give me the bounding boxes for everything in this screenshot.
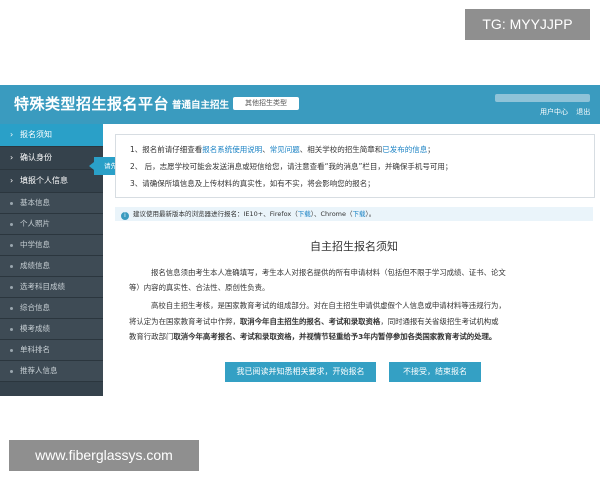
sidebar-subitem-school[interactable]: 中学信息 bbox=[0, 235, 103, 256]
notice-line-2: 2、 后，志愿学校可能会发送消息或短信给您，请注意查看“我的消息”栏目，并确保手… bbox=[130, 162, 453, 171]
browser-tip-bar: i 建议使用最新版本的浏览器进行报名：IE10+、Firefox（下载）、Chro… bbox=[115, 207, 593, 221]
sidebar-item-notice[interactable]: › 报名须知 bbox=[0, 124, 103, 147]
sidebar-subitem-label: 个人照片 bbox=[20, 219, 50, 228]
app-title: 特殊类型招生报名平台 bbox=[14, 95, 170, 113]
paragraph-text: 高校自主招生考核，是国家教育考试的组成部分。对在自主招生申请供虚假个人信息或申请… bbox=[151, 301, 506, 310]
instructions-title: 自主招生报名须知 bbox=[310, 240, 398, 253]
notice-line-3: 3、请确保所填信息及上传材料的真实性，如有不实，将会影响您的报名； bbox=[130, 179, 375, 188]
paragraph-bold-text: 取消今年高考报名、考试和录取资格，并视情节轻重给予3年内暂停参加各类国家教育考试… bbox=[173, 332, 497, 341]
paragraph-text: 等）内容的真实性、合法性、原创性负责。 bbox=[129, 283, 270, 292]
paragraph-text: 报名信息须由考生本人准确填写，考生本人对报名提供的所有申请材料（包括但不限于学习… bbox=[151, 268, 506, 277]
app-window: 特殊类型招生报名平台 普通自主招生 其他招生类型 用户中心 退出 › 报名须知 ›… bbox=[0, 85, 600, 402]
sidebar-subitem-elective-grades[interactable]: 选考科目成绩 bbox=[0, 277, 103, 298]
notice-text: 、 bbox=[262, 145, 270, 154]
sidebar-subitem-label: 选考科目成绩 bbox=[20, 282, 65, 291]
header-bar: 特殊类型招生报名平台 普通自主招生 其他招生类型 用户中心 退出 bbox=[0, 85, 600, 124]
recruit-type-dropdown[interactable]: 其他招生类型 bbox=[233, 97, 299, 110]
sidebar-item-confirm-identity[interactable]: › 确认身份 bbox=[0, 147, 103, 170]
paragraph-text: 将认定为在国家教育考试中作弊， bbox=[129, 317, 240, 326]
chevron-right-icon: › bbox=[10, 153, 14, 162]
sidebar-subitem-photo[interactable]: 个人照片 bbox=[0, 214, 103, 235]
info-icon: i bbox=[121, 212, 129, 220]
notice-text: 、相关学校的招生简章和 bbox=[299, 145, 383, 154]
sidebar-subitem-label: 成绩信息 bbox=[20, 261, 50, 270]
chrome-download-link[interactable]: 下载 bbox=[353, 210, 366, 218]
instructions-paragraph-1: 报名信息须由考生本人准确填写，考生本人对报名提供的所有申请材料（包括但不限于学习… bbox=[129, 265, 579, 280]
sidebar-subitem-subject-rank[interactable]: 单科排名 bbox=[0, 340, 103, 361]
decline-end-button[interactable]: 不接受，结束报名 bbox=[389, 362, 481, 382]
sidebar-subitem-label: 基本信息 bbox=[20, 198, 50, 207]
sidebar-subitem-label: 推荐人信息 bbox=[20, 366, 58, 375]
bullet-icon bbox=[10, 348, 13, 352]
faq-link[interactable]: 常见问题 bbox=[270, 145, 300, 154]
paragraph-text: ，同时通报有关省级招生考试机构或 bbox=[380, 317, 499, 326]
watermark-top: TG: MYYJJPP bbox=[465, 9, 590, 40]
chevron-down-icon: › bbox=[10, 176, 14, 185]
notice-box: 1、报名前请仔细查看报名系统使用说明、常见问题、相关学校的招生简章和已发布的信息… bbox=[115, 134, 595, 198]
firefox-download-link[interactable]: 下载 bbox=[298, 210, 311, 218]
sidebar-item-label: 报名须知 bbox=[20, 130, 52, 139]
notice-text: 1、报名前请仔细查看 bbox=[130, 145, 203, 154]
bullet-icon bbox=[10, 201, 13, 205]
instructions-paragraph-1-cont: 等）内容的真实性、合法性、原创性负责。 bbox=[129, 280, 579, 295]
sidebar: › 报名须知 › 确认身份 › 填报个人信息 基本信息 个人照片 中学信息 成绩信息 … bbox=[0, 124, 103, 396]
agree-start-button[interactable]: 我已阅读并知悉相关要求，开始报名 bbox=[225, 362, 376, 382]
sidebar-subitem-label: 模考成绩 bbox=[20, 324, 50, 333]
sidebar-subitem-label: 单科排名 bbox=[20, 345, 50, 354]
logout-link[interactable]: 退出 bbox=[576, 108, 590, 116]
user-name-blurred bbox=[495, 94, 590, 102]
app-subtitle: 普通自主招生 bbox=[172, 100, 230, 111]
paragraph-bold-text: 取消今年自主招生的报名、考试和录取资格 bbox=[239, 317, 381, 326]
sidebar-subitem-recommender[interactable]: 推荐人信息 bbox=[0, 361, 103, 382]
bullet-icon bbox=[10, 264, 13, 268]
bullet-icon bbox=[10, 306, 13, 310]
notice-line-1: 1、报名前请仔细查看报名系统使用说明、常见问题、相关学校的招生简章和已发布的信息… bbox=[130, 144, 435, 155]
sidebar-subitem-label: 中学信息 bbox=[20, 240, 50, 249]
bullet-icon bbox=[10, 327, 13, 331]
bullet-icon bbox=[10, 369, 13, 373]
instructions-paragraph-2-line2: 将认定为在国家教育考试中作弊，取消今年自主招生的报名、考试和录取资格，同时通报有… bbox=[129, 314, 579, 329]
bullet-icon bbox=[10, 243, 13, 247]
watermark-bottom: www.fiberglassys.com bbox=[9, 440, 199, 471]
sidebar-subitem-label: 综合信息 bbox=[20, 303, 50, 312]
browser-tip-text: 建议使用最新版本的浏览器进行报名：IE10+、Firefox（ bbox=[133, 210, 298, 218]
notice-text: ； bbox=[427, 145, 435, 154]
paragraph-text: 教育行政部门 bbox=[129, 332, 174, 341]
sidebar-subitem-mock-exam[interactable]: 模考成绩 bbox=[0, 319, 103, 340]
published-info-link[interactable]: 已发布的信息 bbox=[382, 145, 427, 154]
sidebar-subitem-grades[interactable]: 成绩信息 bbox=[0, 256, 103, 277]
user-links: 用户中心 退出 bbox=[540, 107, 596, 117]
chevron-right-icon: › bbox=[10, 130, 14, 139]
sidebar-subitem-comprehensive[interactable]: 综合信息 bbox=[0, 298, 103, 319]
user-center-link[interactable]: 用户中心 bbox=[540, 108, 568, 116]
usage-guide-link[interactable]: 报名系统使用说明 bbox=[202, 145, 262, 154]
browser-tip-text: ）。 bbox=[365, 210, 376, 218]
sidebar-item-label: 确认身份 bbox=[20, 153, 52, 162]
sidebar-item-label: 填报个人信息 bbox=[20, 176, 68, 185]
instructions-paragraph-2: 高校自主招生考核，是国家教育考试的组成部分。对在自主招生申请供虚假个人信息或申请… bbox=[129, 298, 579, 313]
instructions-paragraph-2-line3: 教育行政部门取消今年高考报名、考试和录取资格，并视情节轻重给予3年内暂停参加各类… bbox=[129, 329, 579, 344]
bullet-icon bbox=[10, 222, 13, 226]
sidebar-subitem-basic-info[interactable]: 基本信息 bbox=[0, 193, 103, 214]
sidebar-item-personal-info[interactable]: › 填报个人信息 bbox=[0, 170, 103, 193]
browser-tip-text: ）、Chrome（ bbox=[310, 210, 353, 218]
bullet-icon bbox=[10, 285, 13, 289]
